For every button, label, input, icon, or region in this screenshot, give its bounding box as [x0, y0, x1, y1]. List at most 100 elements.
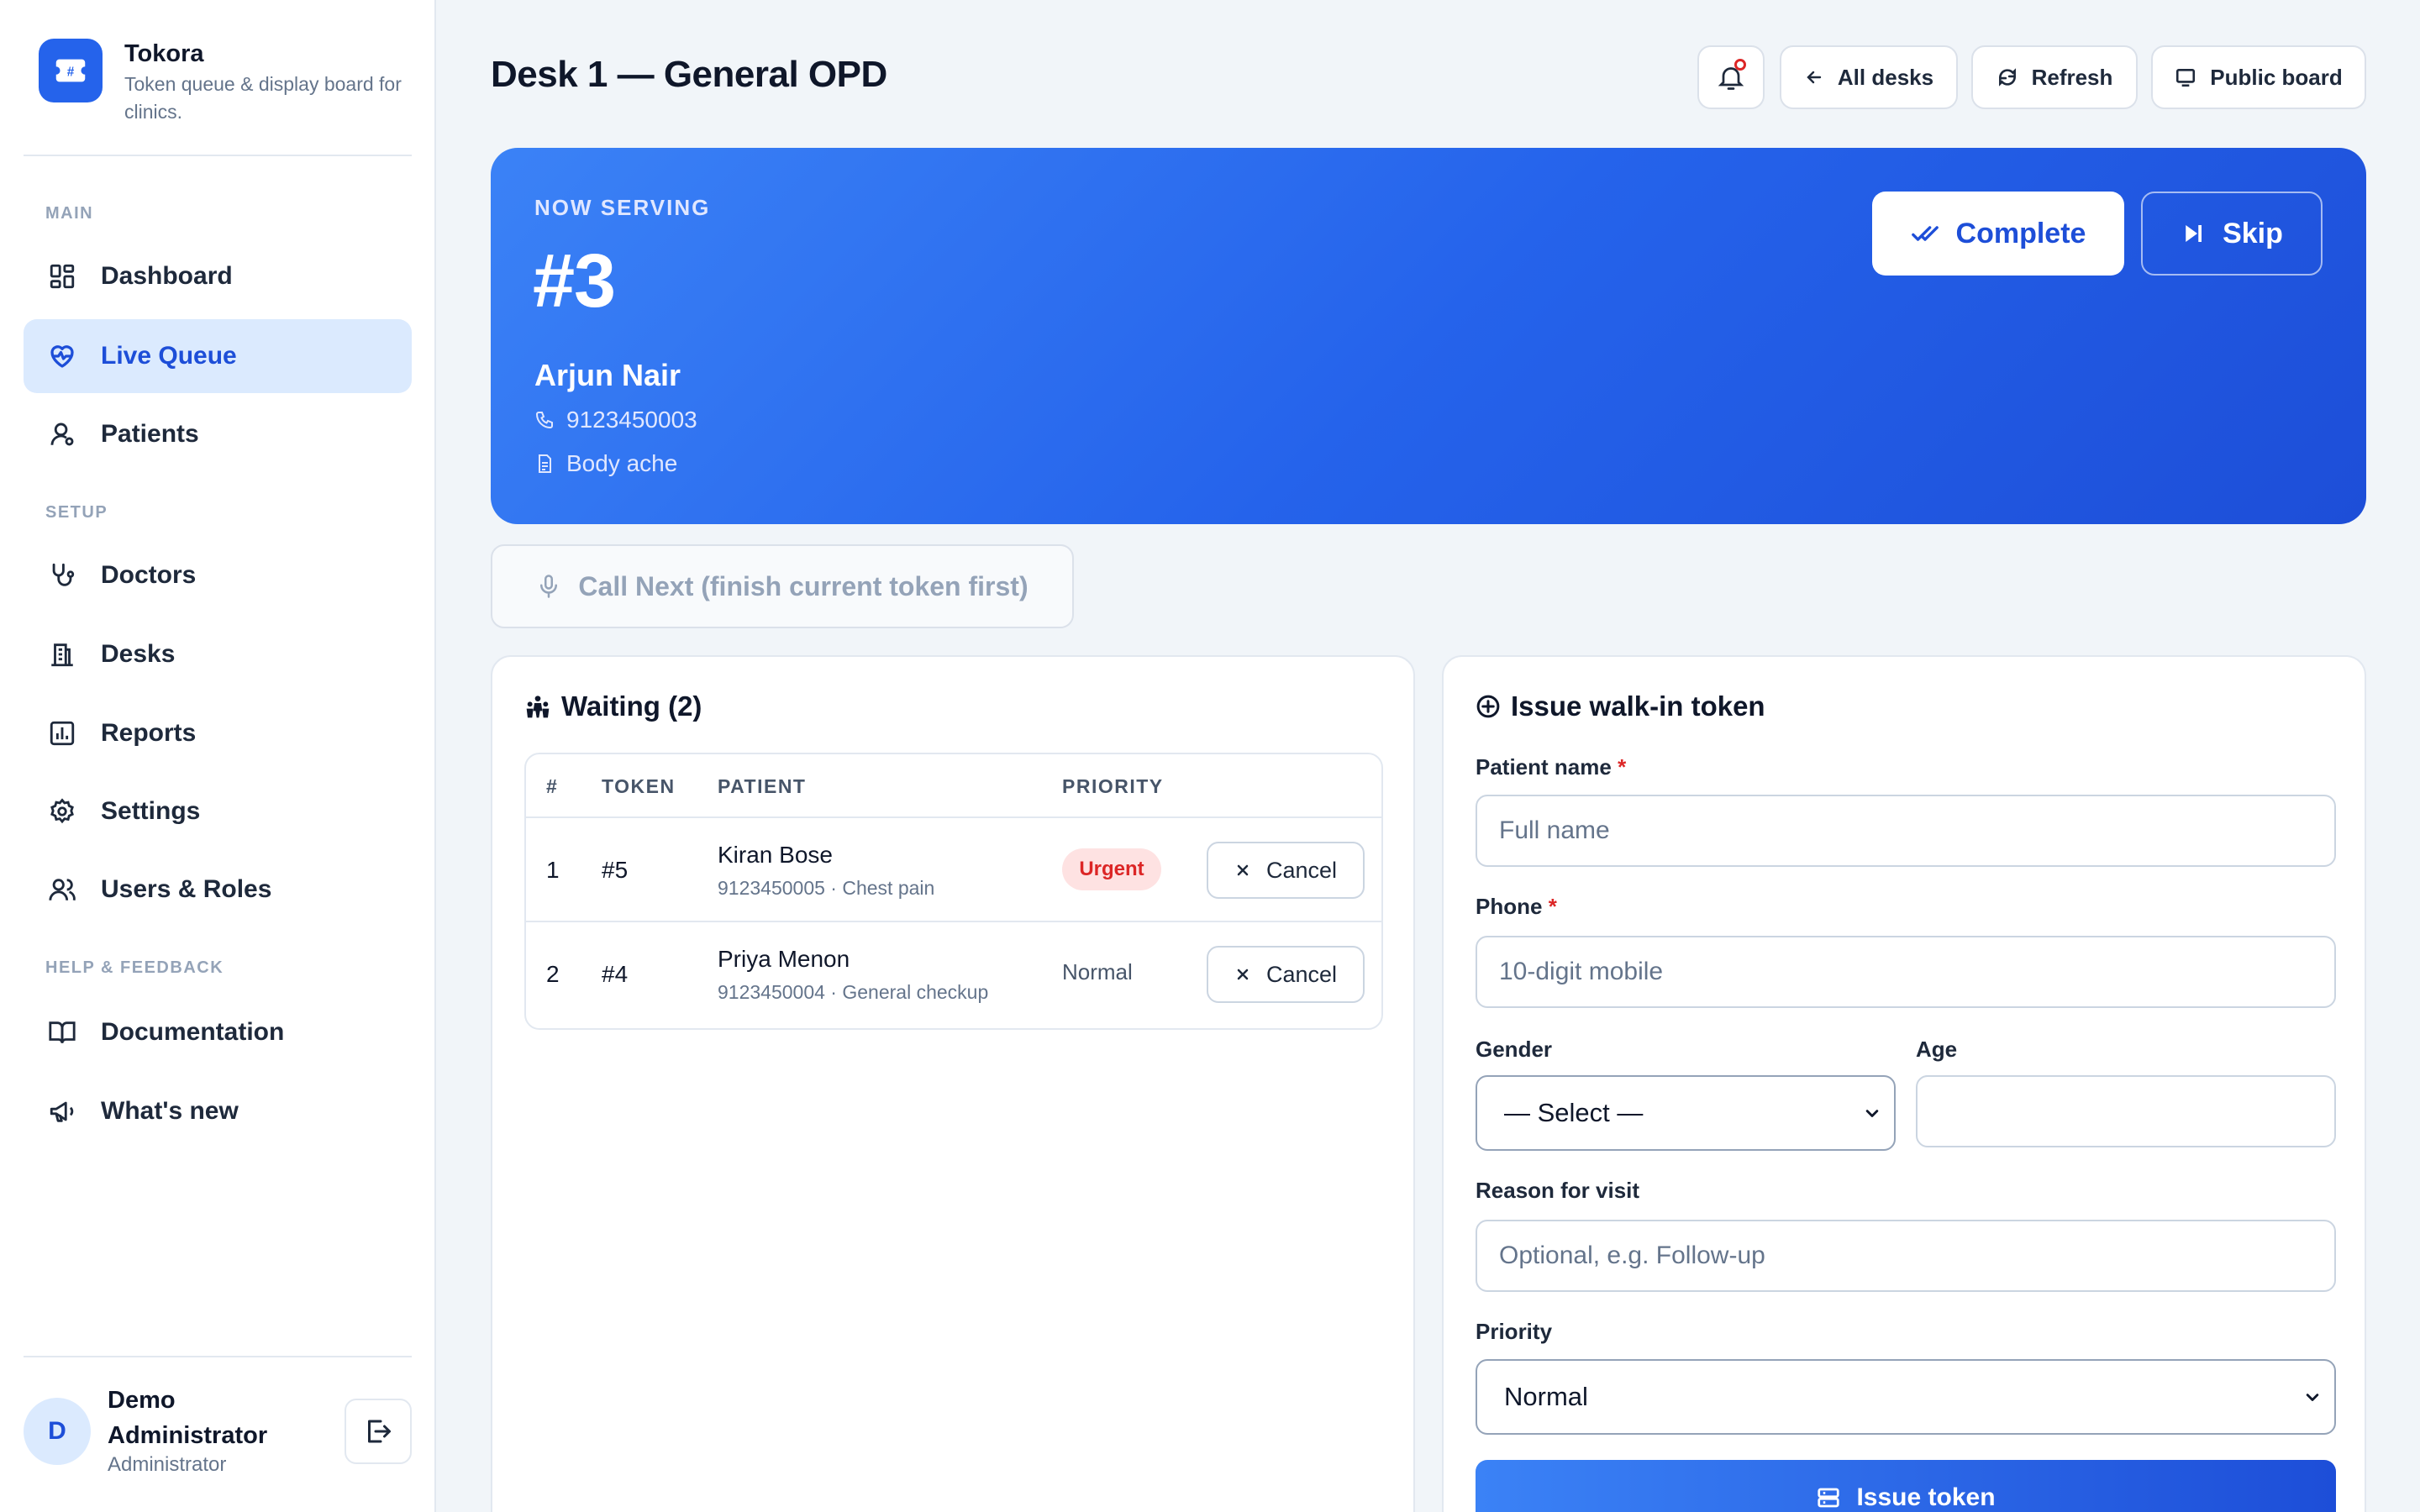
- now-serving-panel: NOW SERVING #3 Arjun Nair 9123450003 Bod…: [491, 148, 2366, 524]
- refresh-icon: [1996, 66, 2018, 88]
- issue-token-title: Issue walk-in token: [1476, 690, 1765, 722]
- page-title: Desk 1 — General OPD: [491, 54, 887, 95]
- priority-label: Priority: [1476, 1319, 1553, 1344]
- sidebar-item-documentation[interactable]: Documentation: [24, 995, 412, 1069]
- sidebar-item-desks[interactable]: Desks: [24, 617, 412, 691]
- issue-token-button[interactable]: Issue token: [1476, 1460, 2336, 1512]
- all-desks-label: All desks: [1837, 64, 1934, 90]
- current-patient-reason: Body ache: [534, 450, 677, 477]
- logout-button[interactable]: [345, 1399, 412, 1464]
- document-icon: [534, 454, 555, 474]
- sidebar-item-live-queue[interactable]: Live Queue: [24, 319, 412, 393]
- current-token: #3: [533, 239, 616, 323]
- double-check-icon: [1911, 219, 1939, 248]
- skip-label: Skip: [2223, 217, 2283, 249]
- nav-section-setup: SETUP: [45, 503, 108, 522]
- complete-label: Complete: [1955, 217, 2086, 249]
- divider: [24, 155, 412, 156]
- user-icon: [47, 419, 77, 449]
- sidebar-item-settings[interactable]: Settings: [24, 774, 412, 848]
- stethoscope-icon: [47, 560, 77, 591]
- divider: [24, 1356, 412, 1357]
- book-icon: [47, 1017, 77, 1047]
- complete-button[interactable]: Complete: [1872, 192, 2124, 276]
- svg-text:#: #: [67, 65, 75, 79]
- priority-normal: Normal: [1062, 959, 1133, 984]
- gender-select[interactable]: — Select —: [1476, 1075, 1896, 1151]
- sidebar-item-label: Reports: [101, 719, 197, 747]
- sidebar-item-patients[interactable]: Patients: [24, 397, 412, 471]
- sidebar-item-label: Dashboard: [101, 262, 233, 290]
- call-next-button[interactable]: Call Next (finish current token first): [491, 544, 1074, 628]
- sidebar-item-dashboard[interactable]: Dashboard: [24, 239, 412, 313]
- gender-select-value: — Select —: [1504, 1098, 1644, 1127]
- cancel-label: Cancel: [1265, 961, 1338, 987]
- issue-token-card: Issue walk-in token Patient name * Full …: [1442, 655, 2366, 1512]
- row-token: #4: [602, 961, 629, 987]
- sidebar-item-label: Doctors: [101, 561, 197, 589]
- brand-name: Tokora: [124, 40, 204, 67]
- patient-name-input[interactable]: Full name: [1476, 795, 2336, 867]
- ticket-icon: #: [39, 39, 103, 102]
- avatar[interactable]: D: [24, 1398, 91, 1465]
- sidebar-item-whats-new[interactable]: What's new: [24, 1074, 412, 1148]
- sidebar-item-label: Users & Roles: [101, 875, 272, 903]
- sidebar-item-label: Patients: [101, 420, 199, 448]
- chevron-down-icon: [1864, 1105, 1881, 1122]
- brand[interactable]: # Tokora Token queue & display board for…: [39, 39, 402, 126]
- sidebar-item-label: Documentation: [101, 1018, 285, 1046]
- call-next-label: Call Next (finish current token first): [578, 570, 1028, 601]
- required-mark: *: [1618, 754, 1627, 780]
- table-row: 2 #4 Priya Menon 9123450004 · General ch…: [526, 922, 1381, 1026]
- nav-section-main: MAIN: [45, 204, 94, 223]
- cancel-button[interactable]: Cancel: [1207, 946, 1365, 1003]
- sidebar: # Tokora Token queue & display board for…: [0, 0, 436, 1512]
- issue-token-label: Issue token: [1856, 1483, 1996, 1511]
- gender-label: Gender: [1476, 1037, 1553, 1062]
- close-icon: [1234, 966, 1251, 983]
- sidebar-item-label: What's new: [101, 1097, 239, 1125]
- cancel-button[interactable]: Cancel: [1207, 842, 1365, 899]
- notification-dot: [1734, 59, 1746, 71]
- patient-name: Priya Menon: [718, 946, 850, 972]
- all-desks-button[interactable]: All desks: [1780, 45, 1958, 109]
- reason-input[interactable]: Optional, e.g. Follow-up: [1476, 1220, 2336, 1292]
- column-header: PRIORITY: [1062, 775, 1164, 797]
- waiting-table: # TOKEN PATIENT PRIORITY 1 #5 Kiran Bose…: [524, 753, 1383, 1030]
- patient-name: Kiran Bose: [718, 842, 833, 868]
- phone-value: 9123450003: [566, 407, 697, 433]
- phone-input[interactable]: 10-digit mobile: [1476, 936, 2336, 1008]
- dashboard-icon: [47, 261, 77, 291]
- logout-icon: [363, 1416, 393, 1446]
- public-board-button[interactable]: Public board: [2151, 45, 2366, 109]
- notifications-button[interactable]: [1697, 45, 1765, 109]
- sidebar-item-doctors[interactable]: Doctors: [24, 538, 412, 612]
- patient-detail: 9123450005 · Chest pain: [718, 877, 935, 899]
- user-role: Administrator: [108, 1453, 227, 1476]
- waiting-title-text: Waiting (2): [561, 690, 702, 722]
- priority-select[interactable]: Normal: [1476, 1359, 2336, 1435]
- megaphone-icon: [47, 1096, 77, 1126]
- now-serving-label: NOW SERVING: [534, 195, 711, 220]
- priority-badge-urgent: Urgent: [1062, 848, 1161, 890]
- column-header: PATIENT: [718, 775, 807, 797]
- skip-button[interactable]: Skip: [2141, 192, 2323, 276]
- age-input[interactable]: [1916, 1075, 2336, 1147]
- sidebar-item-label: Desks: [101, 640, 176, 668]
- nav-section-help: HELP & FEEDBACK: [45, 958, 224, 977]
- column-header: TOKEN: [602, 775, 676, 797]
- sidebar-item-users-roles[interactable]: Users & Roles: [24, 853, 412, 927]
- skip-icon: [2181, 221, 2206, 246]
- phone-label-text: Phone: [1476, 894, 1543, 919]
- arrow-left-icon: [1804, 67, 1824, 87]
- phone-label: Phone *: [1476, 894, 1557, 920]
- refresh-button[interactable]: Refresh: [1971, 45, 2138, 109]
- brand-tagline: Token queue & display board for clinics.: [124, 73, 402, 123]
- row-number: 1: [546, 857, 560, 883]
- desk-icon: [47, 639, 77, 669]
- sidebar-item-reports[interactable]: Reports: [24, 696, 412, 770]
- patient-name-label: Patient name *: [1476, 754, 1626, 780]
- microphone-icon: [536, 574, 561, 599]
- reason-value: Body ache: [566, 450, 678, 476]
- patient-detail: 9123450004 · General checkup: [718, 981, 989, 1003]
